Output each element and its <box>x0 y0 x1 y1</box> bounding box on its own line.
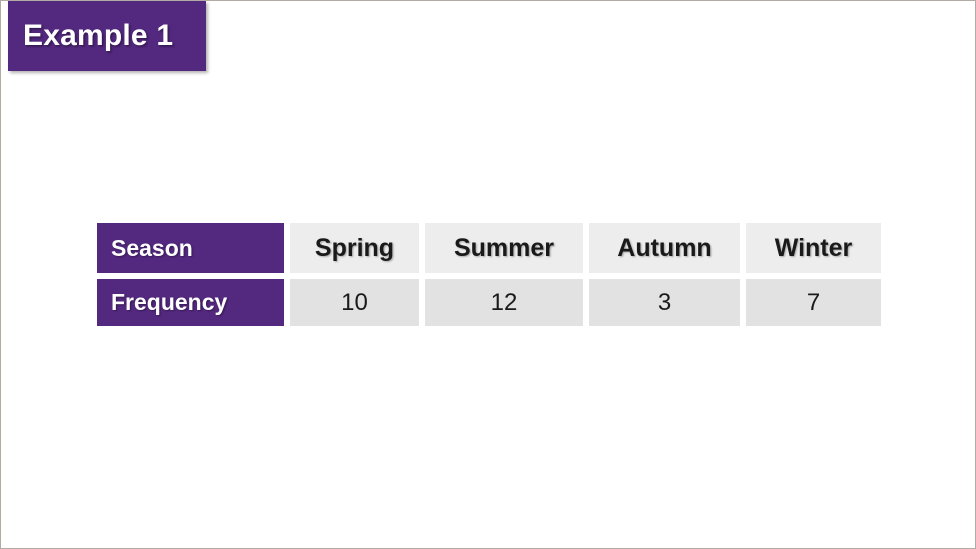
table-row-frequency: Frequency 10 12 3 7 <box>97 279 882 326</box>
table-row-label-season: Season <box>97 223 284 273</box>
table-header-cell-winter: Winter <box>746 223 881 273</box>
table-cell-frequency-spring: 10 <box>290 279 419 326</box>
table-row-label-frequency: Frequency <box>97 279 284 326</box>
example-badge: Example 1 <box>8 1 206 71</box>
slide-canvas: Example 1 Season Spring Summer Autumn Wi… <box>0 0 976 549</box>
table-cell-frequency-autumn: 3 <box>589 279 740 326</box>
table-cell-frequency-summer: 12 <box>425 279 583 326</box>
table-header-cell-autumn: Autumn <box>589 223 740 273</box>
table-header-cell-summer: Summer <box>425 223 583 273</box>
table-cell-frequency-winter: 7 <box>746 279 881 326</box>
frequency-table: Season Spring Summer Autumn Winter Frequ… <box>97 223 882 326</box>
example-badge-label: Example 1 <box>23 19 174 52</box>
table-row-header: Season Spring Summer Autumn Winter <box>97 223 882 273</box>
table-header-cell-spring: Spring <box>290 223 419 273</box>
